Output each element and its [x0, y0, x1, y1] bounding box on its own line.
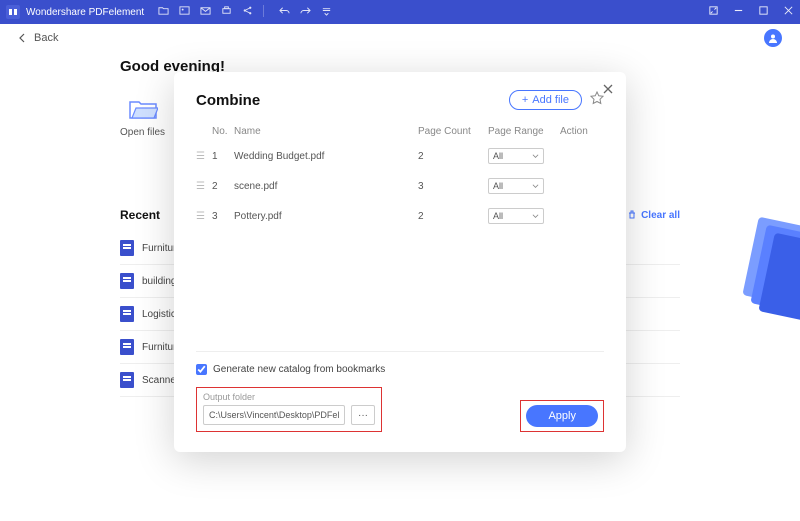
titlebar-tools [158, 5, 332, 19]
page-range-select[interactable]: All [488, 178, 544, 194]
print-icon[interactable] [221, 5, 232, 19]
cell-no: 3 [212, 211, 234, 222]
cell-no: 1 [212, 151, 234, 162]
dialog-close-button[interactable] [602, 82, 614, 98]
files-table: No. Name Page Count Page Range Action ☰ … [196, 122, 604, 231]
window-close-icon[interactable] [783, 5, 794, 19]
undo-icon[interactable] [279, 5, 290, 19]
drag-handle-icon[interactable]: ☰ [196, 151, 212, 162]
table-header: No. Name Page Count Page Range Action [196, 122, 604, 141]
output-folder-label: Output folder [203, 392, 375, 402]
dropdown-icon[interactable] [321, 5, 332, 19]
col-page-count: Page Count [418, 126, 488, 137]
share-icon[interactable] [242, 5, 253, 19]
output-folder-input[interactable] [203, 405, 345, 425]
window-expand-icon[interactable] [708, 5, 719, 19]
dialog-title: Combine [196, 92, 260, 109]
checkbox-input[interactable] [196, 364, 207, 375]
output-folder-group: Output folder ··· [196, 387, 382, 432]
dialog-overlay: Combine + Add file No. Name Page Count P… [0, 52, 800, 521]
generate-catalog-checkbox[interactable]: Generate new catalog from bookmarks [196, 364, 604, 375]
window-minimize-icon[interactable] [733, 5, 744, 19]
cell-no: 2 [212, 181, 234, 192]
add-file-button[interactable]: + Add file [509, 90, 582, 110]
image-icon[interactable] [179, 5, 190, 19]
page-range-select[interactable]: All [488, 148, 544, 164]
divider [196, 351, 604, 352]
topbar: Back [0, 24, 800, 52]
add-file-label: Add file [532, 94, 569, 106]
app-name: Wondershare PDFelement [26, 7, 144, 18]
folder-icon[interactable] [158, 5, 169, 19]
cell-name: Pottery.pdf [234, 211, 418, 222]
cell-page-count: 2 [418, 151, 488, 162]
cell-page-count: 3 [418, 181, 488, 192]
drag-handle-icon[interactable]: ☰ [196, 211, 212, 222]
drag-handle-icon[interactable]: ☰ [196, 181, 212, 192]
cell-page-count: 2 [418, 211, 488, 222]
col-page-range: Page Range [488, 126, 560, 137]
apply-highlight: Apply [520, 400, 604, 432]
redo-icon[interactable] [300, 5, 311, 19]
cell-name: scene.pdf [234, 181, 418, 192]
back-button[interactable]: Back [18, 32, 58, 44]
mail-icon[interactable] [200, 5, 211, 19]
table-row[interactable]: ☰ 3 Pottery.pdf 2 All [196, 201, 604, 231]
table-row[interactable]: ☰ 2 scene.pdf 3 All [196, 171, 604, 201]
table-row[interactable]: ☰ 1 Wedding Budget.pdf 2 All [196, 141, 604, 171]
titlebar: Wondershare PDFelement [0, 0, 800, 24]
col-no: No. [212, 126, 234, 137]
browse-button[interactable]: ··· [351, 405, 375, 425]
app-logo-icon [6, 5, 20, 19]
col-name: Name [234, 126, 418, 137]
user-avatar-icon[interactable] [764, 29, 782, 47]
apply-button[interactable]: Apply [526, 405, 598, 427]
divider [263, 5, 269, 17]
back-label: Back [34, 32, 58, 44]
plus-icon: + [522, 94, 528, 106]
checkbox-label: Generate new catalog from bookmarks [213, 364, 385, 375]
cell-name: Wedding Budget.pdf [234, 151, 418, 162]
page-range-select[interactable]: All [488, 208, 544, 224]
window-maximize-icon[interactable] [758, 5, 769, 19]
col-action: Action [560, 126, 604, 137]
combine-dialog: Combine + Add file No. Name Page Count P… [174, 72, 626, 452]
